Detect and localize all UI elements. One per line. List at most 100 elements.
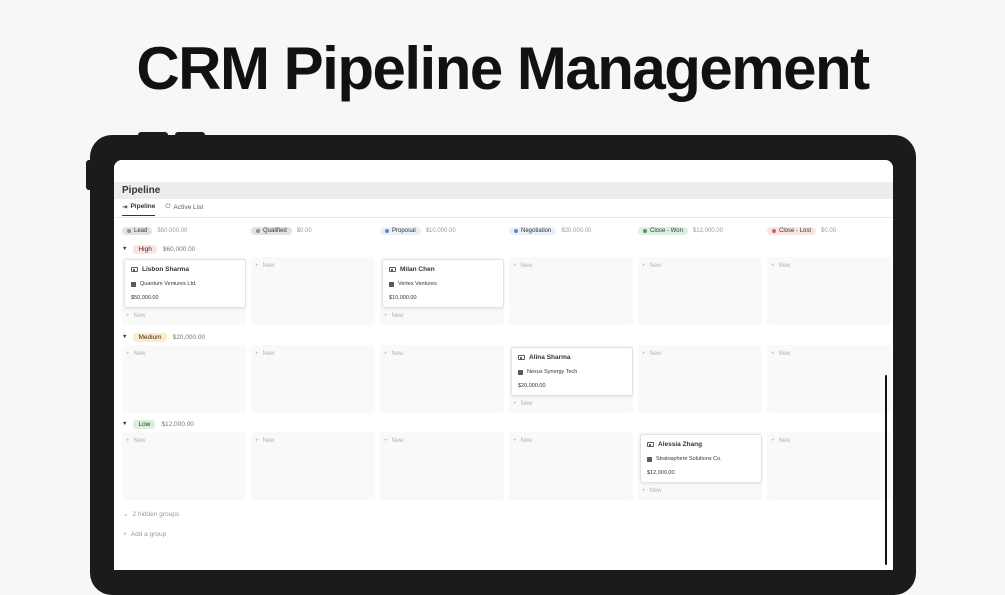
group-pill: Medium xyxy=(133,332,167,342)
plus-icon: + xyxy=(513,263,517,269)
new-label: New xyxy=(520,438,533,444)
status-dot-icon xyxy=(514,229,518,233)
column-header-qualified[interactable]: Qualified $0.00 xyxy=(251,226,312,236)
deal-card[interactable]: Lisbon Sharma Quantum Ventures Ltd. $50,… xyxy=(124,259,246,308)
card-name: Alessia Zhang xyxy=(658,441,703,448)
new-label: New xyxy=(649,488,662,494)
new-button[interactable]: + New xyxy=(642,488,662,494)
new-label: New xyxy=(262,263,275,269)
id-card-icon xyxy=(131,267,138,272)
new-button[interactable]: + New xyxy=(642,351,662,357)
group-amount: $60,000.00 xyxy=(162,245,196,253)
new-button[interactable]: + New xyxy=(126,313,146,319)
new-button[interactable]: + New xyxy=(255,263,275,269)
status-pill: Close - Lost xyxy=(767,227,817,235)
caret-down-icon[interactable]: ▼ xyxy=(122,334,127,340)
app-screen: Pipeline ⇥ Pipeline ⏻ Active List Lead $… xyxy=(114,160,893,570)
group-header-medium[interactable]: ▼ Medium $20,000.00 xyxy=(122,332,205,342)
new-label: New xyxy=(649,351,662,357)
column-label: Qualified xyxy=(263,228,287,234)
card-amount: $10,000.00 xyxy=(389,295,417,301)
status-pill: Qualified xyxy=(251,227,292,235)
top-bar xyxy=(114,160,893,182)
group-amount: $20,000.00 xyxy=(172,333,206,341)
new-button[interactable]: + New xyxy=(384,438,404,444)
plus-icon: + xyxy=(642,488,646,494)
status-pill: Proposal xyxy=(380,227,421,235)
new-label: New xyxy=(391,351,404,357)
id-card-icon xyxy=(389,267,396,272)
column-label: Lead xyxy=(134,228,148,234)
company-name: Vertex Ventures xyxy=(398,281,437,287)
new-label: New xyxy=(391,313,404,319)
status-dot-icon xyxy=(256,229,260,233)
tab-active-list[interactable]: ⏻ Active List xyxy=(165,202,203,216)
deal-card[interactable]: Alessia Zhang Stratosphere Solutions Co.… xyxy=(640,434,762,483)
new-label: New xyxy=(133,313,146,319)
scrollbar[interactable] xyxy=(885,375,887,565)
column-header-lead[interactable]: Lead $50,000.00 xyxy=(122,226,187,236)
building-icon xyxy=(389,281,394,287)
plus-icon: + xyxy=(384,351,388,357)
company-name: Stratosphere Solutions Co. xyxy=(656,456,722,462)
group-header-high[interactable]: ▼ High $60,000.00 xyxy=(122,244,195,254)
group-pill: Low xyxy=(133,419,156,429)
column-header-close-lost[interactable]: Close - Lost $0.00 xyxy=(767,226,836,236)
hidden-groups-label: 2 hidden groups xyxy=(132,510,180,518)
building-icon xyxy=(647,456,652,462)
new-button[interactable]: + New xyxy=(255,438,275,444)
group-header-low[interactable]: ▼ Low $12,000.00 xyxy=(122,419,194,429)
new-button[interactable]: + New xyxy=(513,401,533,407)
status-dot-icon xyxy=(772,229,776,233)
plus-icon: + xyxy=(384,438,388,444)
new-button[interactable]: + New xyxy=(513,263,533,269)
column-header-negotiation[interactable]: Negotiation $20,000.00 xyxy=(509,226,591,236)
building-icon xyxy=(131,281,136,287)
status-dot-icon xyxy=(643,229,647,233)
new-button[interactable]: + New xyxy=(384,313,404,319)
card-company: Vertex Ventures xyxy=(389,281,437,287)
status-pill: Close - Won xyxy=(638,227,688,235)
new-label: New xyxy=(520,263,533,269)
column-amount: $20,000.00 xyxy=(561,228,592,234)
plus-icon: + xyxy=(642,263,646,269)
card-name: Milan Chen xyxy=(400,266,435,273)
add-group-button[interactable]: + Add a group xyxy=(123,531,166,538)
group-pill: High xyxy=(133,244,157,254)
hidden-groups-toggle[interactable]: ⌄ 2 hidden groups xyxy=(123,510,180,519)
column-header-close-won[interactable]: Close - Won $12,000.00 xyxy=(638,226,723,236)
chevron-down-icon: ⌄ xyxy=(123,511,129,518)
caret-down-icon[interactable]: ▼ xyxy=(122,421,127,427)
plus-icon: + xyxy=(123,531,127,538)
new-label: New xyxy=(778,438,791,444)
new-button[interactable]: + New xyxy=(126,438,146,444)
status-dot-icon xyxy=(385,229,389,233)
column-header-proposal[interactable]: Proposal $10,000.00 xyxy=(380,226,456,236)
power-icon: ⏻ xyxy=(165,203,171,210)
plus-icon: + xyxy=(771,351,775,357)
new-button[interactable]: + New xyxy=(642,263,662,269)
new-button[interactable]: + New xyxy=(384,351,404,357)
plus-icon: + xyxy=(513,401,517,407)
group-amount: $12,000.00 xyxy=(161,420,194,428)
new-button[interactable]: + New xyxy=(771,351,791,357)
new-label: New xyxy=(262,438,275,444)
new-button[interactable]: + New xyxy=(771,263,791,269)
card-name: Alina Sharma xyxy=(529,354,571,361)
deal-card[interactable]: Milan Chen Vertex Ventures $10,000.00 xyxy=(382,259,504,308)
tab-pipeline[interactable]: ⇥ Pipeline xyxy=(122,202,156,216)
add-group-label: Add a group xyxy=(130,531,167,538)
plus-icon: + xyxy=(126,438,130,444)
new-button[interactable]: + New xyxy=(255,351,275,357)
new-button[interactable]: + New xyxy=(771,438,791,444)
new-button[interactable]: + New xyxy=(126,351,146,357)
deal-card[interactable]: Alina Sharma Nexus Synergy Tech $20,000.… xyxy=(511,347,633,396)
card-amount: $12,000.00 xyxy=(647,470,675,476)
column-amount: $12,000.00 xyxy=(692,228,723,234)
plus-icon: + xyxy=(255,438,259,444)
plus-icon: + xyxy=(771,263,775,269)
caret-down-icon[interactable]: ▼ xyxy=(122,246,127,252)
card-company: Nexus Synergy Tech xyxy=(518,369,577,375)
column-amount: $0.00 xyxy=(296,228,312,234)
new-button[interactable]: + New xyxy=(513,438,533,444)
